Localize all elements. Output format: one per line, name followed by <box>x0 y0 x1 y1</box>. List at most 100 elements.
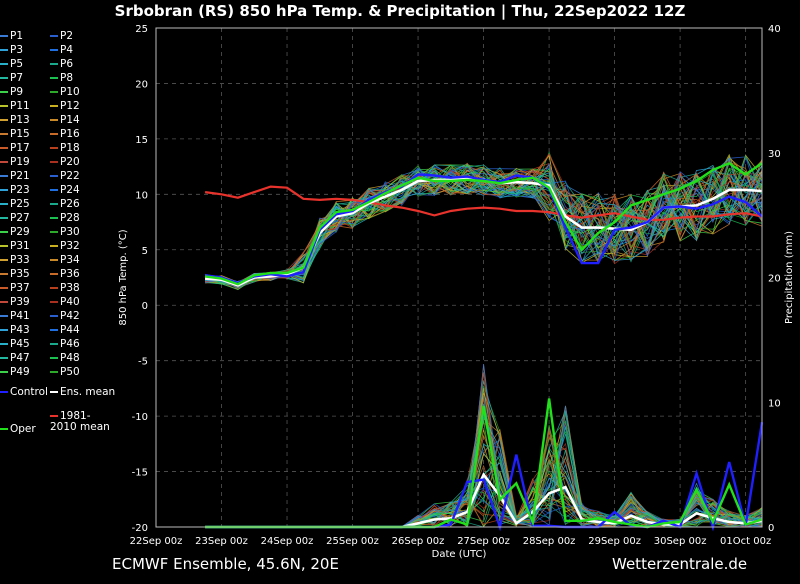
legend-swatch <box>50 371 58 373</box>
legend-item-member: P33 <box>0 254 30 268</box>
legend-item-member: P30 <box>50 226 80 240</box>
legend-swatch <box>50 63 58 65</box>
legend-label: P44 <box>60 324 80 336</box>
legend-item-member: P14 <box>50 114 80 128</box>
legend-label: P37 <box>10 282 30 294</box>
x-axis-label: Date (UTC) <box>432 549 487 560</box>
legend-label: P11 <box>10 100 30 112</box>
legend-label: P45 <box>10 338 30 350</box>
legend-item-member: P47 <box>0 352 30 366</box>
legend-label: P16 <box>60 128 80 140</box>
legend-item-member: P49 <box>0 366 30 380</box>
legend-swatch <box>50 231 58 233</box>
legend-swatch <box>50 161 58 163</box>
legend-swatch <box>0 77 8 79</box>
legend-swatch <box>50 133 58 135</box>
legend-swatch <box>0 119 8 121</box>
legend-swatch <box>50 343 58 345</box>
legend-swatch <box>50 77 58 79</box>
y-tick-label: -15 <box>132 468 148 479</box>
x-tick-label: 25Sep 00z <box>326 536 379 547</box>
y2-tick-label: 0 <box>768 523 774 534</box>
legend-swatch <box>0 315 8 317</box>
legend-swatch <box>50 329 58 331</box>
y2-tick-label: 20 <box>768 274 781 285</box>
legend-item-control: Control <box>0 386 48 400</box>
legend-swatch <box>50 415 58 417</box>
legend-label: P18 <box>60 142 80 154</box>
legend-item-member: P28 <box>50 212 80 226</box>
legend-label: P40 <box>60 296 80 308</box>
legend-swatch <box>50 105 58 107</box>
legend-label: P42 <box>60 310 80 322</box>
y-tick-label: 0 <box>142 301 148 312</box>
legend-label: P49 <box>10 366 30 378</box>
legend-label: P29 <box>10 226 30 238</box>
y-tick-label: 25 <box>135 24 148 35</box>
legend-item-member: P9 <box>0 86 23 100</box>
legend-label: P23 <box>10 184 30 196</box>
legend-swatch <box>0 91 8 93</box>
legend-swatch <box>50 259 58 261</box>
legend-item-member: P40 <box>50 296 80 310</box>
legend-swatch <box>50 287 58 289</box>
y-tick-label: -10 <box>132 412 148 423</box>
legend-label: P15 <box>10 128 30 140</box>
legend-item-member: P16 <box>50 128 80 142</box>
legend-item-member: P3 <box>0 44 23 58</box>
legend-swatch <box>50 217 58 219</box>
legend-swatch <box>0 133 8 135</box>
legend-swatch <box>0 105 8 107</box>
legend-swatch <box>0 428 8 430</box>
legend-swatch <box>0 231 8 233</box>
legend-item-member: P31 <box>0 240 30 254</box>
y2-tick-label: 10 <box>768 398 781 409</box>
x-tick-label: 30Sep 00z <box>654 536 707 547</box>
legend-label: P30 <box>60 226 80 238</box>
x-tick-label: 23Sep 00z <box>195 536 248 547</box>
legend-label: P17 <box>10 142 30 154</box>
legend-label: P6 <box>60 58 74 70</box>
legend-item-member: P44 <box>50 324 80 338</box>
legend-label: P14 <box>60 114 80 126</box>
legend-label: P43 <box>10 324 30 336</box>
legend-label: P1 <box>10 30 24 42</box>
legend-item-member: P1 <box>0 30 23 44</box>
legend-label: P28 <box>60 212 80 224</box>
legend-item-member: P27 <box>0 212 30 226</box>
legend-item-member: P29 <box>0 226 30 240</box>
legend-swatch <box>0 329 8 331</box>
legend-label: P31 <box>10 240 30 252</box>
x-tick-label: 29Sep 00z <box>588 536 641 547</box>
legend-label: P19 <box>10 156 30 168</box>
legend-label: P26 <box>60 198 80 210</box>
legend-label: P20 <box>60 156 80 168</box>
legend-label: Ens. mean <box>60 386 116 398</box>
legend-label: P22 <box>60 170 80 182</box>
legend-item-member: P21 <box>0 170 30 184</box>
y-tick-label: -5 <box>138 357 148 368</box>
legend-label: P27 <box>10 212 30 224</box>
legend-item-member: P36 <box>50 268 80 282</box>
legend-label: P39 <box>10 296 30 308</box>
legend-swatch <box>50 315 58 317</box>
legend-label: P13 <box>10 114 30 126</box>
legend-label: Oper <box>10 423 36 435</box>
legend-swatch <box>0 273 8 275</box>
legend-item-member: P34 <box>50 254 80 268</box>
legend-swatch <box>0 391 8 393</box>
legend-label: P33 <box>10 254 30 266</box>
legend-item-member: P35 <box>0 268 30 282</box>
legend-label: P10 <box>60 86 80 98</box>
legend-label: P2 <box>60 30 74 42</box>
legend-label: P12 <box>60 100 80 112</box>
legend-swatch <box>50 203 58 205</box>
legend-swatch <box>0 259 8 261</box>
legend-swatch <box>50 273 58 275</box>
x-tick-label: 22Sep 00z <box>130 536 183 547</box>
legend-label: P35 <box>10 268 30 280</box>
legend-swatch <box>50 91 58 93</box>
legend-label: P3 <box>10 44 24 56</box>
legend-swatch <box>0 245 8 247</box>
legend-swatch <box>0 35 8 37</box>
